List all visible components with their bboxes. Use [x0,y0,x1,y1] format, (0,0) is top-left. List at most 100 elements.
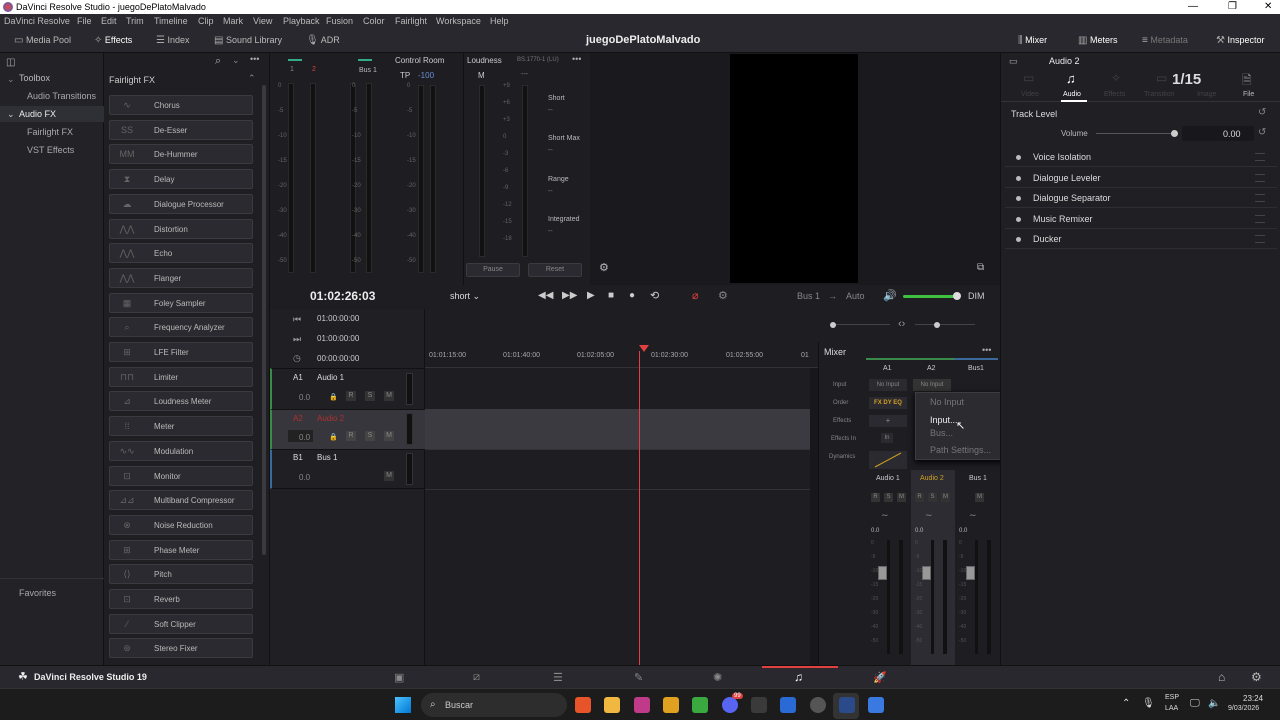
restore-icon[interactable]: ❐ [1228,1,1237,12]
microphone-icon[interactable]: 🎙 [1142,698,1155,709]
fx-item[interactable]: ▦ Foley Sampler [109,292,253,313]
solo-button[interactable]: S [928,493,937,502]
rewind-icon[interactable]: ◀◀ [538,290,553,301]
index-button[interactable]: ☰ Index [156,35,190,46]
hamburger-icon[interactable] [1255,194,1265,202]
fx-item[interactable]: ⧗ Delay [109,169,253,190]
menu-item-no-input[interactable]: No Input [930,397,964,407]
fader-handle[interactable] [966,566,975,580]
toggle-dot-icon[interactable] [1016,237,1021,242]
collapse-chevron-icon[interactable]: ⌃ [248,73,256,84]
sidebar-item-fairlight-fx[interactable]: Fairlight FX [27,127,73,137]
metadata-button[interactable]: ≡ Metadata [1142,35,1188,46]
fx-item[interactable]: ⊡ Reverb [109,589,253,609]
inspector-item-voice-isolation[interactable]: Voice Isolation [1005,148,1277,167]
menu-file[interactable]: File [77,16,92,26]
volume-icon[interactable]: 🔈 [1208,698,1220,709]
fx-item[interactable]: ⊛ Stereo Fixer [109,638,253,659]
fx-item[interactable]: ∕ Soft Clipper [109,613,253,634]
inspector-item-dialogue-separator[interactable]: Dialogue Separator [1005,189,1277,208]
fader-handle[interactable] [878,566,887,580]
fairlight-page-icon[interactable]: ♫ [794,670,803,684]
inspector-item-ducker[interactable]: Ducker [1005,230,1277,249]
input-selector-a1[interactable]: No Input [869,379,907,391]
toggle-dot-icon[interactable] [1016,155,1021,160]
fx-item[interactable]: ⊗ Noise Reduction [109,514,253,535]
tab-effects[interactable]: Effects [1104,91,1125,98]
record-arm-button[interactable]: R [346,431,356,441]
selected-track-lane[interactable] [425,409,810,449]
menu-mark[interactable]: Mark [223,16,243,26]
horizontal-zoom-icon[interactable]: ‹› [898,318,905,330]
menu-davinci-resolve[interactable]: DaVinci Resolve [4,16,70,26]
reset-icon[interactable]: ↺ [1258,127,1266,138]
record-arm-button[interactable]: R [346,391,356,401]
input-selector-a2[interactable]: No Input [913,379,951,391]
record-arm-icon[interactable]: ⌀ [692,289,699,302]
effects-tab-icon[interactable]: ✧ [1111,71,1121,85]
search-icon[interactable]: ⌕ [215,55,221,68]
menu-workspace[interactable]: Workspace [436,16,481,26]
edit-page-icon[interactable]: ☰ [553,671,563,684]
inspector-button[interactable]: ⚒ Inspector [1216,35,1265,46]
bus-selector[interactable]: Bus 1 [797,291,820,301]
fx-item[interactable]: ☁ Dialogue Processor [109,193,253,214]
mute-button[interactable]: M [897,493,906,502]
track-volume[interactable]: 0.0 [299,433,310,442]
mute-button[interactable]: M [941,493,950,502]
home-icon[interactable]: ⌂ [1218,670,1225,684]
fx-item[interactable]: ⊓⊓ Limiter [109,366,253,387]
fx-item[interactable]: MM De-Hummer [109,144,253,165]
record-arm-button[interactable]: R [871,493,880,502]
menu-help[interactable]: Help [490,16,509,26]
mixer-button[interactable]: ⫼ Mixer [1018,35,1047,46]
app-icon[interactable] [634,697,650,713]
scrollbar[interactable] [810,368,818,665]
media-page-icon[interactable]: ▣ [394,671,404,684]
more-options-icon[interactable]: ••• [572,54,581,64]
fader-value[interactable]: 0.0 [915,528,923,534]
minimize-icon[interactable]: — [1188,1,1198,12]
timeline-selector[interactable]: short ⌄ [450,291,480,302]
horizontal-zoom-slider[interactable] [915,324,975,325]
go-to-in-icon[interactable]: ⏭ [293,334,301,345]
language-code[interactable]: ESP [1165,694,1179,701]
record-arm-button[interactable]: R [915,493,924,502]
playhead[interactable] [639,351,640,665]
eq-curve-icon[interactable]: ∼ [881,510,889,521]
sidebar-item-audio-transitions[interactable]: Audio Transitions [27,91,96,101]
fx-item[interactable]: ⊞ Phase Meter [109,539,253,560]
mute-button[interactable]: M [975,493,984,502]
app-icon[interactable] [868,697,884,713]
track-name[interactable]: Audio 2 [317,414,344,423]
record-icon[interactable]: ● [629,290,635,301]
panel-toggle-icon[interactable]: ◫ [6,57,15,68]
cut-page-icon[interactable]: ⧄ [473,671,480,684]
fx-item[interactable]: ∿∿ Modulation [109,440,253,461]
fx-item[interactable]: ⋀⋀ Flanger [109,267,253,288]
app-icon[interactable] [780,697,796,713]
monitor-volume-slider[interactable] [903,295,957,298]
fx-item[interactable]: SS De-Esser [109,119,253,140]
solo-button[interactable]: S [884,493,893,502]
volume-input-box[interactable] [1182,126,1254,141]
fast-forward-icon[interactable]: ▶▶ [562,290,577,301]
channel-name-bus1[interactable]: Bus 1 [969,475,987,482]
reset-icon[interactable]: ↺ [1258,107,1266,118]
effects-in-button[interactable]: In [881,433,893,443]
sidebar-item-audio-fx[interactable]: Audio FX [19,109,56,119]
menu-fusion[interactable]: Fusion [326,16,353,26]
fx-item[interactable]: ⊿⊿ Multiband Compressor [109,490,253,511]
close-icon[interactable]: ✕ [1264,1,1272,12]
windows-start-icon[interactable] [395,697,411,713]
track-volume[interactable]: 0.0 [299,393,310,402]
viewer-settings-icon[interactable]: ⚙ [599,261,609,274]
sidebar-item-toolbox[interactable]: Toolbox [19,73,50,83]
tab-transition[interactable]: Transition [1144,91,1174,98]
fader-track[interactable] [975,540,978,654]
sidebar-item-favorites[interactable]: Favorites [19,588,56,598]
menu-fairlight[interactable]: Fairlight [395,16,427,26]
track-name[interactable]: Audio 1 [317,373,344,382]
video-tab-icon[interactable]: ▭ [1023,71,1034,85]
pause-button[interactable]: Pause [466,263,520,277]
